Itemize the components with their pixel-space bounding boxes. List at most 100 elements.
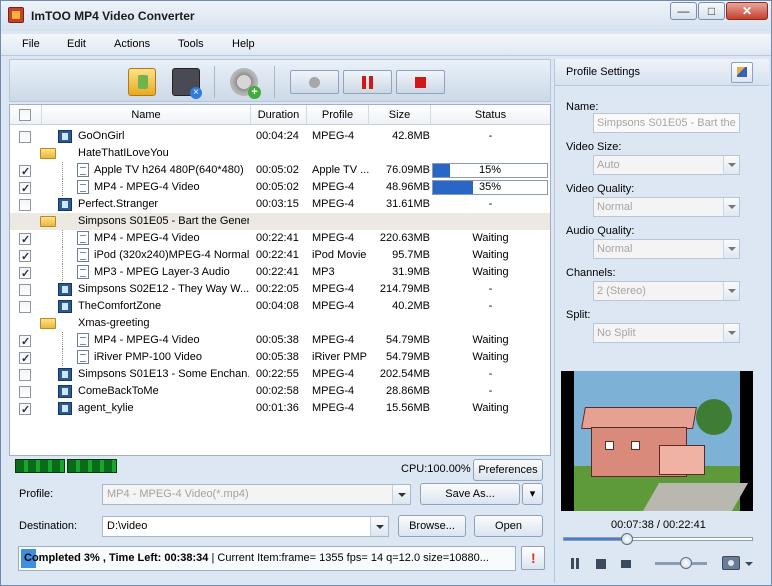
column-header-profile[interactable]: Profile: [307, 105, 369, 125]
column-header-duration[interactable]: Duration: [251, 105, 307, 125]
row-checkbox[interactable]: [19, 402, 31, 419]
chevron-down-icon[interactable]: [723, 240, 739, 258]
table-row[interactable]: Simpsons S01E13 - Some Enchan... 00:22:55…: [10, 366, 550, 383]
cell-duration: [256, 145, 308, 162]
video-quality-label: Video Quality:: [566, 183, 635, 195]
cell-duration: 00:05:02: [256, 181, 299, 193]
table-row[interactable]: iPod (320x240)MPEG-4 Normal 00:22:41 iPod …: [10, 247, 550, 266]
tree-connector: [62, 162, 63, 179]
row-checkbox[interactable]: [19, 131, 31, 143]
video-file-icon: [58, 402, 72, 415]
pause-icon[interactable]: [567, 556, 583, 572]
volume-icon[interactable]: [619, 556, 635, 572]
row-checkbox[interactable]: [19, 232, 31, 249]
audio-quality-select[interactable]: Normal: [593, 239, 740, 259]
snapshot-icon[interactable]: [722, 556, 740, 570]
menu-actions[interactable]: Actions: [114, 38, 150, 50]
row-checkbox[interactable]: [19, 266, 31, 283]
volume-slider-handle[interactable]: [680, 557, 692, 569]
destination-label: Destination:: [19, 520, 78, 532]
stop-button[interactable]: [396, 70, 445, 94]
chevron-down-icon[interactable]: [723, 156, 739, 174]
add-profile-icon[interactable]: [230, 68, 261, 99]
snapshot-dropdown-icon[interactable]: [745, 562, 753, 566]
add-files-icon[interactable]: [128, 68, 156, 96]
row-checkbox[interactable]: [19, 249, 31, 266]
split-select[interactable]: No Split: [593, 323, 740, 343]
row-checkbox[interactable]: [19, 334, 31, 351]
column-header-name[interactable]: Name: [42, 105, 251, 125]
table-row[interactable]: GoOnGirl 00:04:24 MPEG-4 42.8MB -: [10, 128, 550, 145]
menu-file[interactable]: File: [22, 38, 40, 50]
column-header-size[interactable]: Size: [369, 105, 431, 125]
cell-size: 76.09MB: [385, 164, 430, 176]
save-as-dropdown[interactable]: ▾: [522, 483, 543, 505]
column-header-status[interactable]: Status: [431, 105, 550, 125]
menu-tools[interactable]: Tools: [178, 38, 204, 50]
table-row[interactable]: Perfect.Stranger 00:03:15 MPEG-4 31.61MB -: [10, 196, 550, 213]
chevron-down-icon[interactable]: [723, 324, 739, 342]
chevron-down-icon[interactable]: [392, 485, 410, 504]
preferences-button[interactable]: Preferences: [473, 459, 543, 481]
table-row[interactable]: Apple TV h264 480P(640*480) 00:05:02 Apple…: [10, 162, 550, 181]
row-checkbox[interactable]: [19, 181, 31, 198]
table-row[interactable]: MP3 - MPEG Layer-3 Audio 00:22:41 MP3 31.9M…: [10, 264, 550, 283]
close-button[interactable]: ✕: [726, 2, 768, 20]
table-row[interactable]: iRiver PMP-100 Video 00:05:38 iRiver PMP 54…: [10, 349, 550, 368]
destination-input[interactable]: D:\video: [102, 516, 389, 537]
video-file-icon: [58, 300, 72, 313]
menu-edit[interactable]: Edit: [67, 38, 86, 50]
chevron-down-icon[interactable]: [723, 282, 739, 300]
volume-slider[interactable]: [655, 557, 707, 569]
cell-size: 31.9MB: [392, 266, 430, 278]
browse-button[interactable]: Browse...: [398, 515, 466, 537]
cell-name: HateThatILoveYou: [78, 147, 169, 159]
table-row[interactable]: MP4 - MPEG-4 Video 00:22:41 MPEG-4 220.63MB…: [10, 230, 550, 249]
table-row[interactable]: ComeBackToMe 00:02:58 MPEG-4 28.86MB -: [10, 383, 550, 400]
folder-row[interactable]: Simpsons S01E05 - Bart the General: [10, 213, 550, 230]
seek-slider[interactable]: [563, 533, 753, 545]
video-size-select[interactable]: Auto: [593, 155, 740, 175]
table-row[interactable]: TheComfortZone 00:04:08 MPEG-4 40.2MB -: [10, 298, 550, 315]
app-logo-icon: [8, 7, 24, 23]
row-checkbox[interactable]: [19, 386, 31, 398]
stop-icon[interactable]: [593, 556, 609, 572]
folder-row[interactable]: Xmas-greeting: [10, 315, 550, 332]
row-checkbox[interactable]: [19, 301, 31, 313]
video-quality-select[interactable]: Normal: [593, 197, 740, 217]
remove-file-icon[interactable]: [172, 68, 202, 99]
cell-profile: MPEG-4: [312, 368, 355, 380]
chevron-down-icon[interactable]: [370, 517, 388, 536]
open-button[interactable]: Open: [474, 515, 543, 537]
table-row[interactable]: Simpsons S02E12 - They Way W... 00:22:05 M…: [10, 281, 550, 298]
pause-button[interactable]: [343, 70, 392, 94]
log-button[interactable]: [521, 546, 545, 570]
channels-select[interactable]: 2 (Stereo): [593, 281, 740, 301]
maximize-button[interactable]: □: [698, 2, 725, 20]
record-button[interactable]: [290, 70, 339, 94]
video-file-icon: [58, 130, 72, 143]
table-row[interactable]: MP4 - MPEG-4 Video 00:05:38 MPEG-4 54.79MB W…: [10, 332, 550, 351]
cell-profile: MPEG-4: [312, 334, 355, 346]
row-checkbox[interactable]: [19, 369, 31, 381]
select-all-checkbox[interactable]: [19, 109, 31, 121]
cell-status: -: [488, 300, 493, 312]
cell-name: Simpsons S01E05 - Bart the General: [78, 215, 249, 227]
row-checkbox[interactable]: [19, 351, 31, 368]
folder-row[interactable]: HateThatILoveYou: [10, 145, 550, 162]
cell-size: 214.79MB: [379, 283, 430, 295]
table-row[interactable]: agent_kylie 00:01:36 MPEG-4 15.56MB Waiting: [10, 400, 550, 419]
row-checkbox[interactable]: [19, 199, 31, 211]
row-checkbox[interactable]: [19, 164, 31, 181]
table-row[interactable]: MP4 - MPEG-4 Video 00:05:02 MPEG-4 48.96MB 3…: [10, 179, 550, 198]
cell-duration: [256, 213, 308, 230]
chevron-down-icon[interactable]: [723, 198, 739, 216]
minimize-button[interactable]: —: [670, 2, 697, 20]
row-checkbox[interactable]: [19, 284, 31, 296]
profile-select[interactable]: MP4 - MPEG-4 Video(*.mp4): [102, 484, 411, 505]
save-as-button[interactable]: Save As...: [420, 483, 520, 505]
name-field[interactable]: Simpsons S01E05 - Bart the Ge: [593, 113, 740, 133]
edit-profile-icon[interactable]: [731, 62, 753, 83]
menu-help[interactable]: Help: [232, 38, 255, 50]
seek-slider-handle[interactable]: [621, 533, 633, 545]
